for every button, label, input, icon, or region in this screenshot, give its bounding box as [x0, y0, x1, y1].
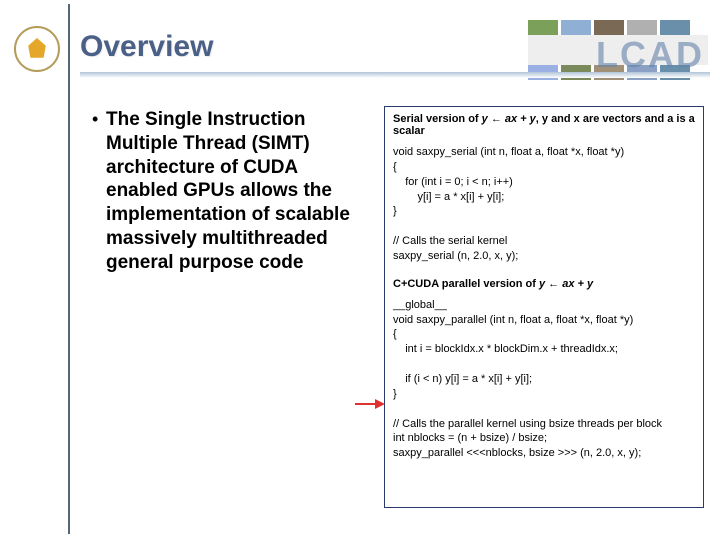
bullet-list: • The Single Instruction Multiple Thread…: [92, 108, 370, 274]
serial-code: void saxpy_serial (int n, float a, float…: [393, 145, 695, 264]
red-arrow-icon: [355, 400, 385, 408]
bullet-text: The Single Instruction Multiple Thread (…: [106, 108, 370, 274]
serial-caption-expr: y ← ax + y: [482, 113, 536, 125]
vertical-rule: [68, 4, 70, 534]
lcad-watermark: LCAD: [596, 34, 704, 76]
crest-logo-icon: [14, 26, 60, 72]
parallel-caption-expr: y ← ax + y: [539, 278, 593, 290]
parallel-code: __global__ void saxpy_parallel (int n, f…: [393, 298, 695, 461]
serial-caption: Serial version of y ← ax + y, y and x ar…: [393, 113, 695, 137]
bullet-marker-icon: •: [92, 108, 106, 274]
parallel-caption: C+CUDA parallel version of y ← ax + y: [393, 278, 695, 290]
parallel-caption-prefix: C+CUDA parallel version of: [393, 278, 539, 290]
bullet-item: • The Single Instruction Multiple Thread…: [92, 108, 370, 274]
spacer: [393, 264, 695, 278]
code-box: Serial version of y ← ax + y, y and x ar…: [384, 106, 704, 508]
slide-title: Overview: [80, 30, 213, 64]
serial-caption-prefix: Serial version of: [393, 113, 482, 125]
slide-header: Overview LCAD: [0, 14, 720, 78]
